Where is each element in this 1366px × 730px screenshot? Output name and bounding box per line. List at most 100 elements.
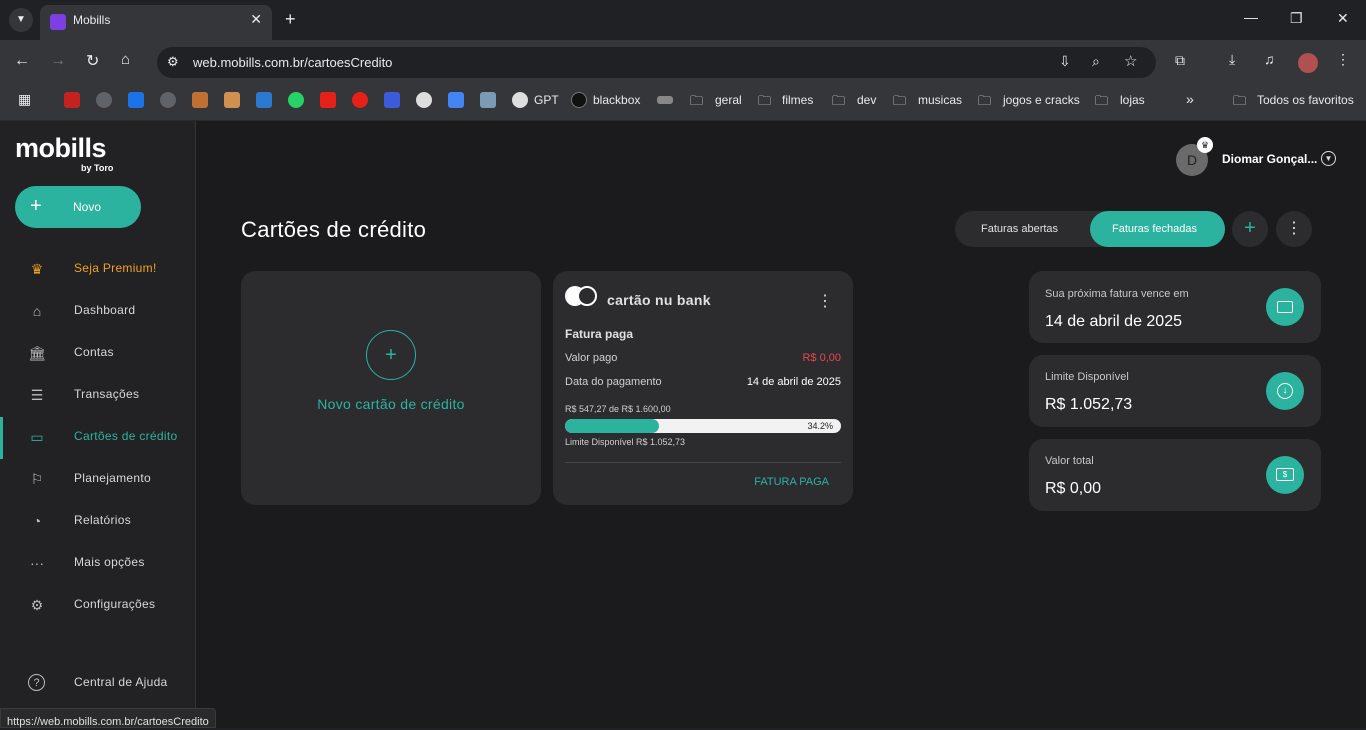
sidebar-item-relatorios[interactable]: ◔ Relatórios xyxy=(0,501,195,541)
extensions-icon[interactable]: ⧉ xyxy=(1175,52,1185,69)
bookmark-gpt[interactable]: GPT xyxy=(534,93,559,107)
mobills-favicon-icon xyxy=(50,14,66,30)
more-options-button[interactable]: ⋮ xyxy=(1276,211,1312,247)
bookmark-icon[interactable] xyxy=(657,96,673,104)
youtube-music-icon[interactable] xyxy=(352,92,368,108)
paid-value: R$ 0,00 xyxy=(802,352,841,364)
bookmark-blackbox[interactable]: blackbox xyxy=(593,93,640,107)
more-bookmarks-icon[interactable]: » xyxy=(1186,91,1194,107)
folder-icon: 🗀 xyxy=(690,93,704,108)
active-indicator xyxy=(0,417,3,459)
new-credit-card-tile[interactable]: + Novo cartão de crédito xyxy=(241,271,541,505)
user-menu[interactable]: D ♛ Diomar Gonçal... ▼ xyxy=(1176,137,1346,177)
zoom-icon[interactable]: ⌕ xyxy=(1092,53,1100,70)
new-button[interactable]: + Novo xyxy=(15,186,141,228)
folder-icon: 🗀 xyxy=(893,93,907,108)
sidebar-item-ajuda[interactable]: ? Central de Ajuda xyxy=(0,663,195,703)
card-name: cartão nu bank xyxy=(607,292,711,308)
profile-avatar[interactable] xyxy=(1298,53,1318,73)
address-bar[interactable]: ⚙ web.mobills.com.br/cartoesCredito ⇩ ⌕ … xyxy=(157,47,1156,78)
list-icon: ☰ xyxy=(30,387,44,403)
add-card-button[interactable]: + xyxy=(1232,211,1268,247)
browser-tab[interactable]: Mobills ✕ xyxy=(40,5,272,40)
tab-close-icon[interactable]: ✕ xyxy=(250,11,262,28)
card-icon xyxy=(1266,288,1304,326)
install-icon[interactable]: ⇩ xyxy=(1059,53,1071,70)
summary-label: Limite Disponível xyxy=(1045,371,1129,383)
bookmark-folder-filmes[interactable]: filmes xyxy=(782,93,813,107)
globe-icon[interactable] xyxy=(160,92,176,108)
media-icon[interactable]: ♫ xyxy=(1264,51,1275,67)
plus-icon: + xyxy=(30,195,42,217)
sidebar-item-mais-opcoes[interactable]: ··· Mais opções xyxy=(0,543,195,583)
openai-icon[interactable] xyxy=(512,92,528,108)
bookmark-icon[interactable] xyxy=(480,92,496,108)
summary-label: Valor total xyxy=(1045,455,1094,467)
usage-text: R$ 547,27 de R$ 1.600,00 xyxy=(565,404,671,414)
back-button[interactable]: ← xyxy=(14,52,30,70)
bookmark-folder-dev[interactable]: dev xyxy=(857,93,876,107)
sidebar-item-premium[interactable]: ♛ Seja Premium! xyxy=(0,249,195,289)
youtube-icon[interactable] xyxy=(320,92,336,108)
flag-icon: ⚐ xyxy=(30,471,44,487)
credit-card-tile[interactable]: cartão nu bank ⋮ Fatura paga Valor pago … xyxy=(553,271,853,505)
all-favorites-folder[interactable]: Todos os favoritos xyxy=(1257,93,1354,107)
bookmark-folder-musicas[interactable]: musicas xyxy=(918,93,962,107)
sidebar-item-dashboard[interactable]: ⌂ Dashboard xyxy=(0,291,195,331)
tab-search-button[interactable]: ▼ xyxy=(9,8,33,32)
download-icon[interactable]: ⤓ xyxy=(1229,51,1235,68)
tab-title: Mobills xyxy=(73,13,111,27)
invoice-paid-action[interactable]: FATURA PAGA xyxy=(754,476,829,488)
github-icon[interactable] xyxy=(416,92,432,108)
blackbox-icon[interactable] xyxy=(571,92,587,108)
bookmark-icon[interactable] xyxy=(192,92,208,108)
bank-icon: 🏛 xyxy=(28,345,46,361)
pie-icon: ◔ xyxy=(32,513,42,529)
heart-icon[interactable] xyxy=(384,92,400,108)
sidebar-item-label: Dashboard xyxy=(74,303,136,317)
bookmark-folder-jogos[interactable]: jogos e cracks xyxy=(1003,93,1080,107)
paid-label: Valor pago xyxy=(565,352,618,364)
sidebar-item-contas[interactable]: 🏛 Contas xyxy=(0,333,195,373)
forward-button[interactable]: → xyxy=(50,52,66,70)
crown-icon: ♛ xyxy=(30,261,44,277)
bookmark-folder-geral[interactable]: geral xyxy=(715,93,742,107)
url-text[interactable]: web.mobills.com.br/cartoesCredito xyxy=(193,55,392,70)
bookmark-folder-lojas[interactable]: lojas xyxy=(1120,93,1145,107)
home-icon: ⌂ xyxy=(32,303,42,319)
restore-button[interactable]: ❐ xyxy=(1290,10,1303,27)
menu-icon[interactable]: ⋮ xyxy=(1336,51,1350,68)
bookmark-star-icon[interactable]: ☆ xyxy=(1124,52,1137,70)
store-icon[interactable] xyxy=(224,92,240,108)
summary-value: R$ 1.052,73 xyxy=(1045,396,1133,413)
tab-faturas-abertas[interactable]: Faturas abertas xyxy=(981,223,1058,235)
new-button-label: Novo xyxy=(73,200,102,214)
status-bar-url: https://web.mobills.com.br/cartoesCredit… xyxy=(0,708,216,728)
sidebar-item-planejamento[interactable]: ⚐ Planejamento xyxy=(0,459,195,499)
new-tab-button[interactable]: + xyxy=(285,9,296,30)
apps-icon[interactable]: ▦ xyxy=(18,91,31,108)
sidebar-item-transacoes[interactable]: ☰ Transações xyxy=(0,375,195,415)
bookmark-icon[interactable] xyxy=(256,92,272,108)
home-button[interactable]: ⌂ xyxy=(121,51,130,68)
payment-date-value: 14 de abril de 2025 xyxy=(746,376,841,388)
minimize-button[interactable]: — xyxy=(1244,9,1258,25)
sidebar-item-label: Configurações xyxy=(74,597,156,611)
site-info-icon[interactable]: ⚙ xyxy=(167,54,179,70)
translate-icon[interactable] xyxy=(448,92,464,108)
mobills-logo[interactable]: mobills by Toro xyxy=(15,133,113,173)
gmail-icon[interactable] xyxy=(64,92,80,108)
sidebar-item-configuracoes[interactable]: ⚙ Configurações xyxy=(0,585,195,625)
sidebar-item-cartoes[interactable]: ▭ Cartões de crédito xyxy=(0,417,195,459)
reload-button[interactable]: ↻ xyxy=(86,51,99,71)
tab-faturas-fechadas[interactable]: Faturas fechadas xyxy=(1090,211,1225,247)
globe-icon[interactable] xyxy=(96,92,112,108)
payment-date-label: Data do pagamento xyxy=(565,376,662,388)
invoice-status: Fatura paga xyxy=(565,327,634,341)
card-menu-icon[interactable]: ⋮ xyxy=(817,291,833,311)
close-window-button[interactable]: ✕ xyxy=(1337,10,1349,27)
whatsapp-icon[interactable] xyxy=(288,92,304,108)
tab-label: Faturas fechadas xyxy=(1112,223,1197,235)
help-icon: ? xyxy=(28,674,45,691)
bookmark-icon[interactable] xyxy=(128,92,144,108)
